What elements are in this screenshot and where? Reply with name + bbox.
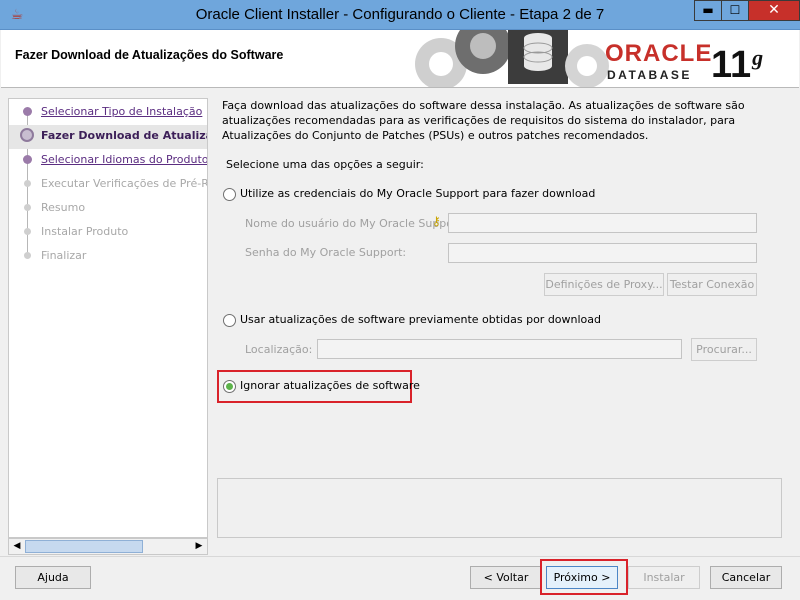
step-item-prerequisites: Executar Verificações de Pré-Requisitos [9, 173, 208, 197]
location-field[interactable] [317, 339, 682, 359]
page-title: Fazer Download de Atualizações do Softwa… [15, 48, 284, 62]
password-field[interactable] [448, 243, 757, 263]
step-label: Executar Verificações de Pré-Requisitos [41, 177, 208, 190]
database-label: DATABASE [607, 68, 692, 82]
gears-graphic-icon [415, 30, 609, 87]
option-previous-label[interactable]: Usar atualizações de software previament… [240, 313, 601, 326]
scroll-right-arrow-icon[interactable]: ▶ [191, 539, 207, 554]
footer-divider [0, 556, 800, 557]
step-label: Resumo [41, 201, 86, 214]
radio-skip-updates[interactable] [223, 380, 236, 393]
version-suffix: g [752, 45, 764, 70]
step-current-icon [20, 128, 34, 142]
cancel-button[interactable]: Cancelar [710, 566, 782, 589]
title-bar: ☕ Oracle Client Installer - Configurando… [0, 0, 800, 30]
oracle-logo: ORACLE [605, 40, 713, 67]
radio-previous-downloads[interactable] [223, 314, 236, 327]
step-label: Selecionar Idiomas do Produto [41, 153, 208, 166]
step-pending-icon [24, 180, 31, 187]
minimize-button[interactable]: ▬ [694, 0, 722, 21]
maximize-button[interactable]: ☐ [721, 0, 749, 21]
back-button[interactable]: < Voltar [470, 566, 542, 589]
version-number: 11 [711, 44, 752, 86]
close-button[interactable]: ✕ [748, 0, 800, 21]
messages-panel [217, 478, 782, 538]
step-label: Fazer Download de Atualizações do Softwa… [41, 129, 207, 142]
option-skip-label[interactable]: Ignorar atualizações de software [240, 379, 420, 392]
option-mos-label[interactable]: Utilize as credenciais do My Oracle Supp… [240, 187, 595, 200]
header-banner: Fazer Download de Atualizações do Softwa… [1, 30, 799, 88]
main-content: Faça download das atualizações do softwa… [217, 98, 783, 476]
help-button[interactable]: Ajuda [15, 566, 91, 589]
step-pending-icon [24, 204, 31, 211]
step-item-software-updates[interactable]: Fazer Download de Atualizações do Softwa… [9, 125, 207, 149]
step-completed-icon [23, 155, 32, 164]
step-completed-icon [23, 107, 32, 116]
select-prompt: Selecione uma das opções a seguir: [226, 158, 424, 171]
test-connection-button[interactable]: Testar Conexão [667, 273, 757, 296]
proxy-settings-button[interactable]: Definições de Proxy... [544, 273, 664, 296]
location-label: Localização: [245, 343, 313, 356]
radio-mos-credentials[interactable] [223, 188, 236, 201]
step-pending-icon [24, 228, 31, 235]
username-field[interactable] [448, 213, 757, 233]
step-item-install-product: Instalar Produto [9, 221, 207, 245]
step-label: Selecionar Tipo de Instalação [41, 105, 203, 118]
key-icon: ⚷ [432, 214, 441, 228]
steps-navigation: Selecionar Tipo de Instalação Fazer Down… [8, 98, 208, 538]
step-label: Finalizar [41, 249, 87, 262]
scroll-left-arrow-icon[interactable]: ◀ [9, 539, 25, 554]
nav-horizontal-scrollbar[interactable]: ◀ ▶ [8, 538, 208, 555]
step-label: Instalar Produto [41, 225, 129, 238]
step-item-summary: Resumo [9, 197, 207, 221]
browse-button[interactable]: Procurar... [691, 338, 757, 361]
step-item-install-type[interactable]: Selecionar Tipo de Instalação [9, 101, 207, 125]
step-item-languages[interactable]: Selecionar Idiomas do Produto [9, 149, 208, 173]
description-text: Faça download das atualizações do softwa… [222, 99, 745, 142]
install-button[interactable]: Instalar [628, 566, 700, 589]
step-pending-icon [24, 252, 31, 259]
password-label: Senha do My Oracle Support: [245, 246, 407, 259]
highlight-box [540, 559, 628, 595]
scrollbar-thumb[interactable] [25, 540, 143, 553]
version-logo: 11g [711, 38, 763, 85]
window-title: Oracle Client Installer - Configurando o… [195, 6, 605, 23]
step-item-finish: Finalizar [9, 245, 207, 269]
